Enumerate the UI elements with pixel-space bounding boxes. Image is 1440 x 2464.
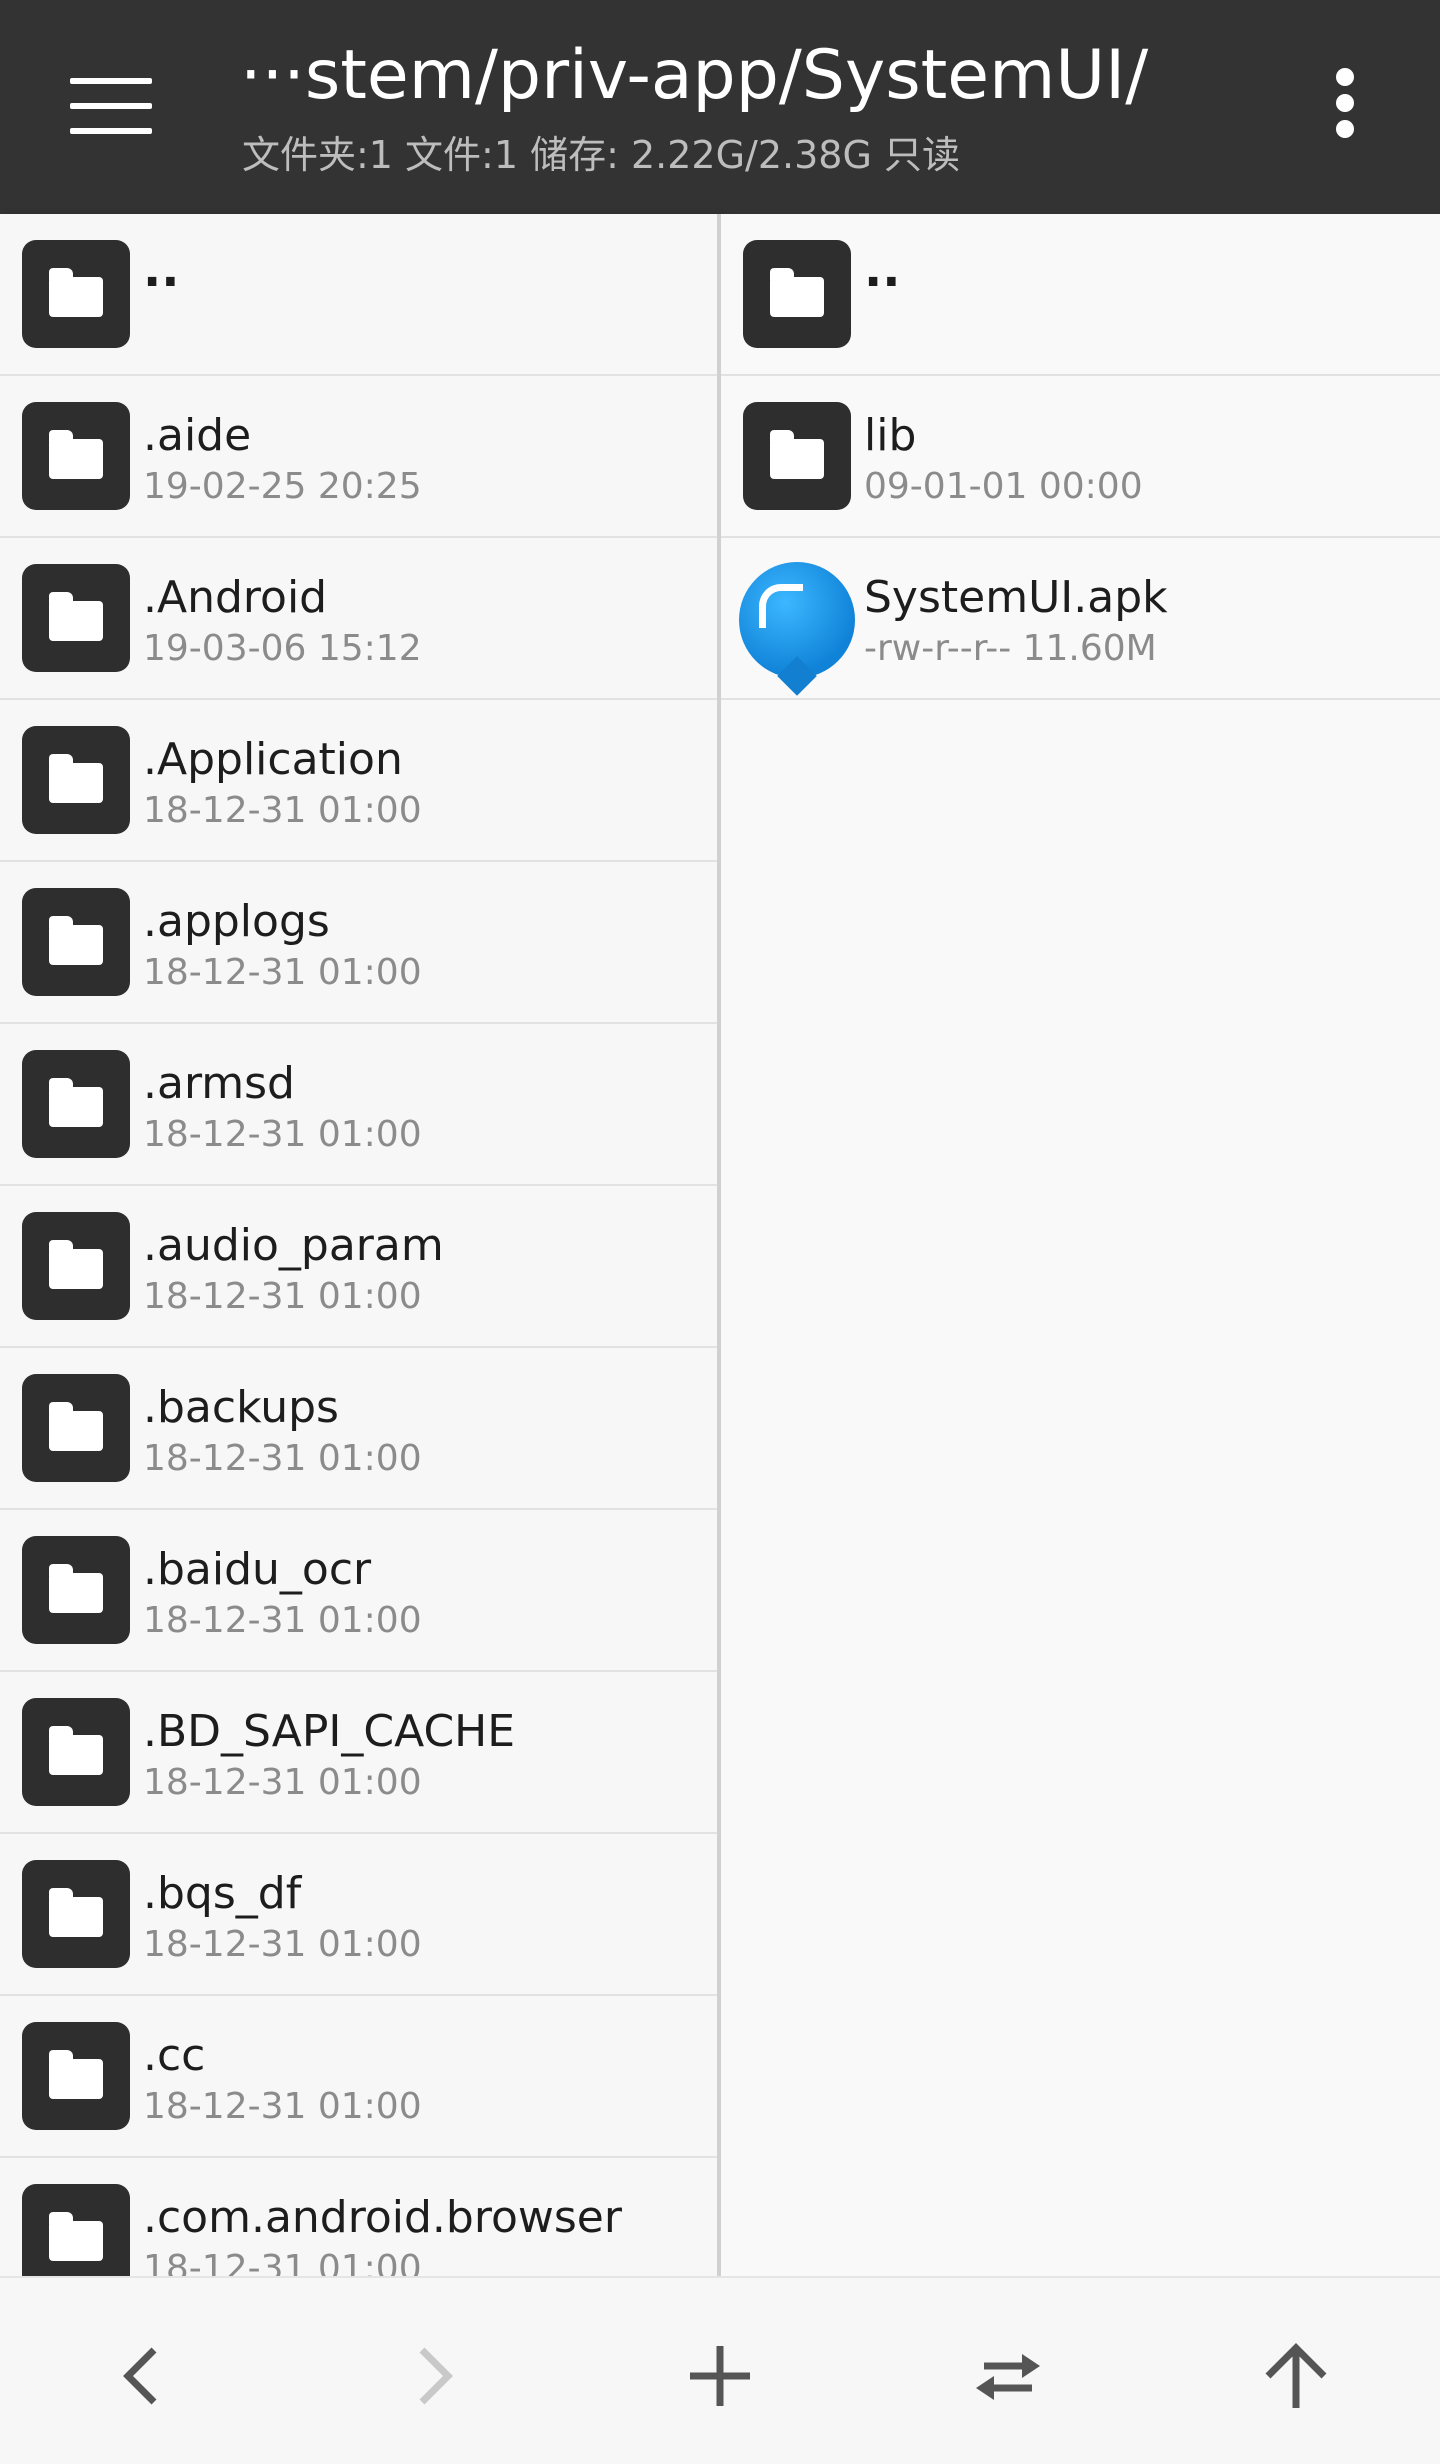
item-date: 09-01-01 00:00 (864, 466, 1143, 507)
item-date: 18-12-31 01:00 (143, 1276, 422, 1317)
item-name: .aide (143, 410, 252, 461)
back-button[interactable] (94, 2326, 194, 2426)
apk-file-icon (735, 558, 859, 682)
menu-icon[interactable] (70, 78, 152, 134)
item-name: .baidu_ocr (143, 1544, 372, 1595)
item-name: .BD_SAPI_CACHE (143, 1706, 516, 1757)
item-date: 18-12-31 01:00 (143, 2248, 422, 2276)
item-date: 18-12-31 01:00 (143, 952, 422, 993)
bottom-toolbar (0, 2276, 1440, 2464)
folder-icon (22, 1374, 130, 1482)
forward-button[interactable] (382, 2326, 482, 2426)
list-item[interactable]: .audio_param 18-12-31 01:00 (0, 1186, 717, 1348)
item-date: 19-02-25 20:25 (143, 466, 422, 507)
item-name: .cc (143, 2030, 206, 2081)
item-date: 18-12-31 01:00 (143, 1600, 422, 1641)
folder-icon (22, 1212, 130, 1320)
chevron-left-icon (123, 2347, 157, 2405)
item-name: .armsd (143, 1058, 295, 1109)
folder-icon (22, 402, 130, 510)
folder-icon (22, 1860, 130, 1968)
list-item[interactable]: .com.android.browser 18-12-31 01:00 (0, 2158, 717, 2276)
list-item[interactable]: .baidu_ocr 18-12-31 01:00 (0, 1510, 717, 1672)
item-name: .bqs_df (143, 1868, 302, 1919)
item-name: lib (864, 410, 917, 461)
folder-icon (22, 2022, 130, 2130)
folder-icon (22, 888, 130, 996)
plus-icon (690, 2346, 750, 2406)
list-item[interactable]: .bqs_df 18-12-31 01:00 (0, 1834, 717, 1996)
list-item[interactable]: .Application 18-12-31 01:00 (0, 700, 717, 862)
chevron-right-icon (419, 2347, 453, 2405)
item-name: .. (864, 242, 901, 298)
item-name: .audio_param (143, 1220, 444, 1271)
folder-icon (22, 1536, 130, 1644)
item-date: 19-03-06 15:12 (143, 628, 422, 669)
item-date: 18-12-31 01:00 (143, 1114, 422, 1155)
item-permissions-size: -rw-r--r-- 11.60M (864, 628, 1157, 669)
go-up-button[interactable] (1246, 2326, 1346, 2426)
folder-icon (743, 402, 851, 510)
list-item[interactable]: .applogs 18-12-31 01:00 (0, 862, 717, 1024)
item-date: 18-12-31 01:00 (143, 1924, 422, 1965)
item-name: .. (143, 242, 180, 298)
item-name: .Application (143, 734, 403, 785)
list-item[interactable]: .backups 18-12-31 01:00 (0, 1348, 717, 1510)
item-date: 18-12-31 01:00 (143, 2086, 422, 2127)
left-file-pane[interactable]: .. .aide 19-02-25 20:25 .Android 19-03-0… (0, 214, 721, 2276)
list-item[interactable]: .Android 19-03-06 15:12 (0, 538, 717, 700)
arrow-up-icon (1265, 2343, 1327, 2408)
list-item-apk[interactable]: SystemUI.apk -rw-r--r-- 11.60M (721, 538, 1440, 700)
folder-icon (22, 726, 130, 834)
right-file-pane[interactable]: .. lib 09-01-01 00:00 SystemUI.apk -rw-r… (721, 214, 1440, 2276)
item-date: 18-12-31 01:00 (143, 1438, 422, 1479)
folder-icon (22, 1698, 130, 1806)
list-item-parent-dir[interactable]: .. (721, 214, 1440, 376)
swap-arrows-icon (976, 2354, 1040, 2400)
folder-icon (22, 2184, 130, 2276)
item-name: .Android (143, 572, 328, 623)
item-name: .applogs (143, 896, 330, 947)
swap-panes-button[interactable] (958, 2326, 1058, 2426)
item-date: 18-12-31 01:00 (143, 1762, 422, 1803)
list-item[interactable]: .aide 19-02-25 20:25 (0, 376, 717, 538)
add-button[interactable] (670, 2326, 770, 2426)
list-item[interactable]: .BD_SAPI_CACHE 18-12-31 01:00 (0, 1672, 717, 1834)
list-item[interactable]: lib 09-01-01 00:00 (721, 376, 1440, 538)
more-options-icon[interactable] (1330, 68, 1360, 138)
item-date: 18-12-31 01:00 (143, 790, 422, 831)
folder-icon (743, 240, 851, 348)
item-name: .backups (143, 1382, 339, 1433)
list-item[interactable]: .cc 18-12-31 01:00 (0, 1996, 717, 2158)
top-toolbar: ···stem/priv-app/SystemUI/ 文件夹:1 文件:1 储存… (0, 0, 1440, 214)
folder-icon (22, 564, 130, 672)
list-item-parent-dir[interactable]: .. (0, 214, 717, 376)
folder-icon (22, 1050, 130, 1158)
list-item[interactable]: .armsd 18-12-31 01:00 (0, 1024, 717, 1186)
folder-icon (22, 240, 130, 348)
item-name: .com.android.browser (143, 2192, 622, 2243)
item-name: SystemUI.apk (864, 572, 1168, 623)
folder-info: 文件夹:1 文件:1 储存: 2.22G/2.38G 只读 (242, 133, 960, 177)
path-title: ···stem/priv-app/SystemUI/ (240, 36, 1149, 115)
